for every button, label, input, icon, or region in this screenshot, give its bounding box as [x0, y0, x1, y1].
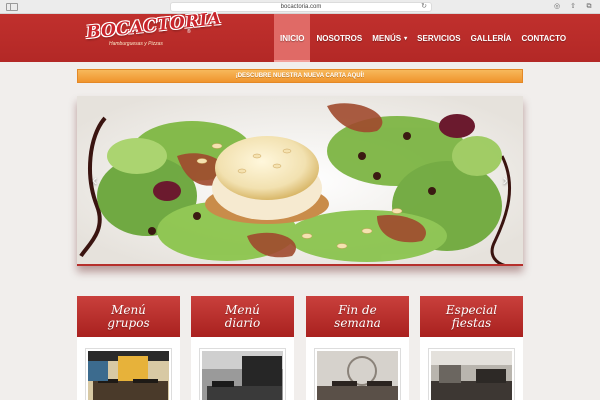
tabs-icon[interactable]: ⧉	[584, 2, 594, 12]
card-photo[interactable]	[200, 349, 285, 400]
nav-item-menus-label: MENÚS	[372, 33, 402, 43]
logo-tagline: Hamburguesas y Pizzas	[109, 41, 163, 47]
slider-next-arrow-icon[interactable]: ›	[503, 172, 508, 190]
nav-item-servicios[interactable]: SERVICIOS	[413, 14, 464, 62]
card-header: Menú grupos	[77, 296, 180, 337]
menu-cards: Menú grupos Menú diario Fin de semana Es…	[77, 296, 523, 400]
share-icon[interactable]: ⇧	[568, 2, 578, 12]
card-title: Fin de semana	[334, 302, 381, 330]
card-title: Menú grupos	[107, 302, 150, 330]
new-menu-banner[interactable]: ¡DESCUBRE NUESTRA NUEVA CARTA AQUÍ!	[77, 69, 523, 83]
card-menu-diario[interactable]: Menú diario	[191, 296, 294, 400]
salad-photo	[77, 96, 523, 264]
card-title: Menú diario	[224, 302, 261, 330]
nav-item-inicio[interactable]: INICIO	[274, 14, 311, 62]
card-especial-fiestas[interactable]: Especial fiestas	[420, 296, 523, 400]
address-bar-url: bocactoria.com	[280, 4, 322, 10]
card-menu-grupos[interactable]: Menú grupos	[77, 296, 180, 400]
logo-registered-mark: ®	[187, 29, 191, 35]
chevron-down-icon: ▾	[404, 35, 408, 42]
card-photo[interactable]	[86, 349, 171, 400]
sidebar-toggle-icon[interactable]	[6, 3, 18, 11]
site-logo[interactable]: BOCACTORIA Hamburguesas y Pizzas ®	[85, 9, 222, 56]
nav-item-contacto[interactable]: CONTACTO	[517, 14, 570, 62]
nav-item-menus[interactable]: MENÚS ▾	[368, 14, 411, 62]
card-title: Especial fiestas	[445, 302, 498, 330]
nav-item-nosotros[interactable]: NOSOTROS	[312, 14, 366, 62]
card-header: Especial fiestas	[420, 296, 523, 337]
card-header: Fin de semana	[306, 296, 409, 337]
card-header: Menú diario	[191, 296, 294, 337]
slider-prev-arrow-icon[interactable]: ‹	[92, 172, 97, 190]
reload-icon[interactable]: ↻	[421, 3, 427, 11]
card-photo[interactable]	[315, 349, 400, 400]
card-fin-de-semana[interactable]: Fin de semana	[306, 296, 409, 400]
main-nav: INICIO NOSOTROS MENÚS ▾ SERVICIOS GALLERÍ…	[274, 14, 570, 62]
browser-toolbar: bocactoria.com ↻ ◎ ⇧ ⧉	[0, 0, 600, 14]
image-slider: ‹ ›	[77, 96, 523, 266]
card-photo[interactable]	[429, 349, 514, 400]
nav-item-galleria[interactable]: GALLERÍA	[467, 14, 516, 62]
shield-icon[interactable]: ◎	[552, 2, 562, 12]
